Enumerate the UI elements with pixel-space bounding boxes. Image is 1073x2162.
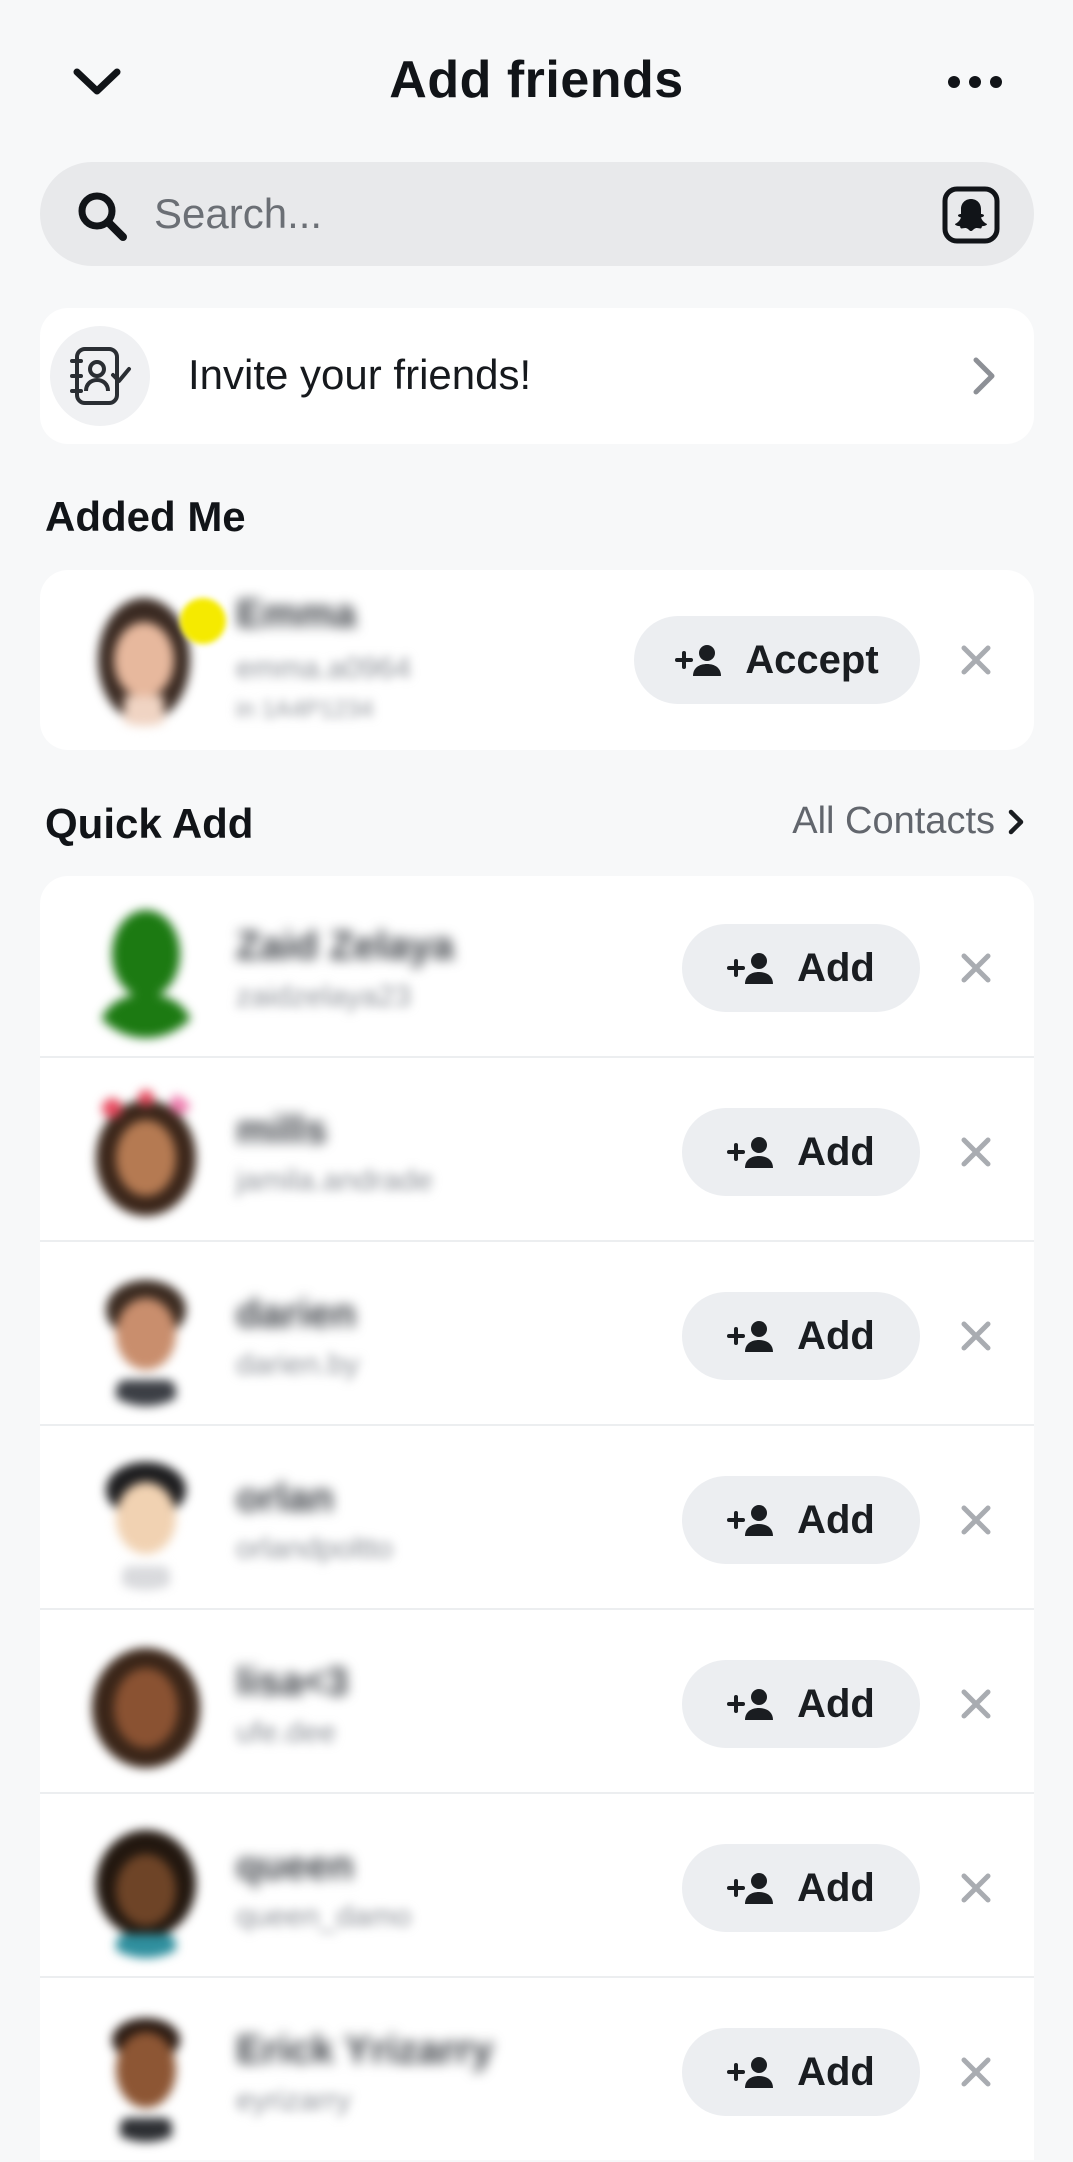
avatar [96,1830,196,1958]
add-button[interactable]: Add [682,1476,920,1564]
list-item[interactable]: Zaid Zelaya zaidzelaya23 Add [40,876,1034,1058]
avatar [106,1462,186,1590]
divider [40,1976,1034,1978]
friend-request-name: Emma [236,592,357,636]
divider [40,1240,1034,1242]
all-contacts-link[interactable]: All Contacts [792,800,1025,843]
add-button-label: Add [797,2049,875,2094]
avatar [92,1648,200,1768]
add-friend-icon [727,953,774,984]
quick-add-name: queen [236,1844,354,1888]
friend-request-extra: in 1A4P1234 [236,696,374,723]
add-button[interactable]: Add [682,924,920,1012]
header: Add friends [0,0,1073,160]
page-title: Add friends [389,51,684,109]
quick-add-name: Zaid Zelaya [236,924,454,968]
snapcode-scan-icon[interactable] [942,186,1000,244]
close-icon[interactable] [958,1502,994,1538]
invite-friends-label: Invite your friends! [188,351,532,398]
add-friend-icon [727,1689,774,1720]
added-me-list: Emma emma.a0964 in 1A4P1234 Accept [40,570,1034,750]
add-friend-icon [727,2057,774,2088]
divider [40,1424,1034,1426]
more-dots-icon [948,76,1002,88]
divider [40,1608,1034,1610]
quick-add-name: darien [236,1292,357,1336]
add-friend-icon [727,1873,774,1904]
search-bar [40,162,1034,266]
close-icon[interactable] [958,950,994,986]
quick-add-username: darien.by [236,1348,360,1381]
quick-add-username: jamila.andrade [236,1164,433,1197]
add-button-label: Add [797,1681,875,1726]
add-button[interactable]: Add [682,1108,920,1196]
invite-icon-container [50,326,150,426]
contact-book-check-icon [70,347,131,405]
search-icon [78,192,127,241]
avatar [106,1280,186,1406]
add-button[interactable]: Add [682,2028,920,2116]
divider [40,1056,1034,1058]
add-button-label: Add [797,1497,875,1542]
list-item[interactable]: Erick Yrizarry eyrizarry Add [40,1980,1034,2162]
more-options-button[interactable] [935,60,1015,104]
all-contacts-label: All Contacts [792,800,995,842]
add-button[interactable]: Add [682,1292,920,1380]
list-item[interactable]: mills jamila.andrade Add [40,1060,1034,1242]
add-friend-icon [727,1505,774,1536]
add-friend-icon [675,645,722,676]
quick-add-section-title: Quick Add [45,800,254,847]
avatar [112,2018,180,2142]
close-icon[interactable] [958,1686,994,1722]
chevron-right-icon [973,357,995,395]
quick-add-name: Erick Yrizarry [236,2028,494,2072]
avatar [96,910,196,1038]
presence-dot [180,598,226,644]
add-button-label: Add [797,1865,875,1910]
accept-button-label: Accept [745,637,879,682]
chevron-right-icon [1008,809,1024,834]
friend-request-username: emma.a0964 [236,652,412,685]
add-button[interactable]: Add [682,1844,920,1932]
quick-add-username: queen_damo [236,1900,412,1933]
added-me-section-title: Added Me [45,493,246,540]
quick-add-username: zaidzelaya23 [236,980,412,1013]
add-button-label: Add [797,1313,875,1358]
close-icon[interactable] [958,1870,994,1906]
add-friend-icon [727,1321,774,1352]
divider [40,1792,1034,1794]
list-item[interactable]: lisa<3 ufe.dee Add [40,1612,1034,1794]
close-icon[interactable] [958,2054,994,2090]
invite-friends-row[interactable]: Invite your friends! [40,308,1034,444]
quick-add-name: mills [236,1108,328,1152]
close-icon[interactable] [958,642,994,678]
list-item[interactable]: orlan orlandpoltto Add [40,1428,1034,1610]
close-icon[interactable] [958,1318,994,1354]
quick-add-username: eyrizarry [236,2084,352,2117]
add-friend-icon [727,1137,774,1168]
list-item[interactable]: Emma emma.a0964 in 1A4P1234 Accept [40,570,1034,750]
search-input[interactable] [152,180,932,248]
list-item[interactable]: queen queen_damo Add [40,1796,1034,1978]
quick-add-username: ufe.dee [236,1716,337,1749]
list-item[interactable]: darien darien.by Add [40,1244,1034,1426]
quick-add-name: lisa<3 [236,1660,349,1704]
add-button-label: Add [797,945,875,990]
avatar [96,1090,196,1216]
add-button[interactable]: Add [682,1660,920,1748]
add-button-label: Add [797,1129,875,1174]
close-icon[interactable] [958,1134,994,1170]
quick-add-list: Zaid Zelaya zaidzelaya23 Add mills jamil… [40,876,1034,2160]
quick-add-name: orlan [236,1476,334,1520]
quick-add-username: orlandpoltto [236,1532,393,1565]
accept-button[interactable]: Accept [634,616,920,704]
